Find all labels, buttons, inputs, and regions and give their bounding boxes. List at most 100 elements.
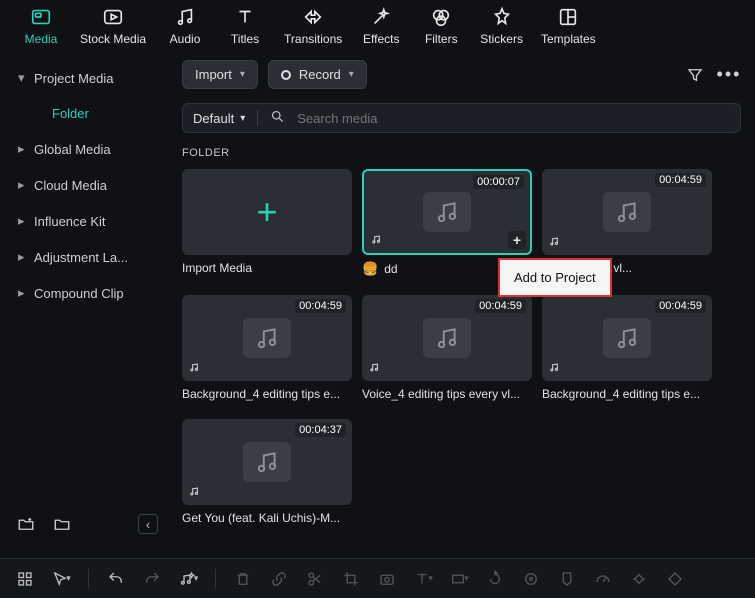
sidebar-item-label: Influence Kit <box>34 214 106 229</box>
music-note-icon <box>243 442 291 482</box>
divider <box>257 110 258 126</box>
media-thumb[interactable]: 00:04:59 <box>542 295 712 381</box>
media-thumb[interactable]: 00:04:59 <box>182 295 352 381</box>
filter-icon[interactable] <box>683 63 707 87</box>
plus-icon: + <box>256 191 277 233</box>
chevron-down-icon: ▾ <box>18 70 26 86</box>
audio-badge-icon <box>548 234 562 251</box>
duration-badge: 00:04:59 <box>475 299 526 313</box>
color-icon[interactable] <box>520 568 542 590</box>
tab-label: Templates <box>541 32 596 46</box>
split-icon[interactable] <box>304 568 326 590</box>
sidebar-item-label: Folder <box>52 106 89 121</box>
media-caption: Background_4 editing tips e... <box>182 387 352 401</box>
media-card: 00:04:37 Get You (feat. Kali Uchis)-M... <box>182 419 352 525</box>
reverse-icon[interactable] <box>484 568 506 590</box>
tab-label: Media <box>25 32 58 46</box>
tab-label: Audio <box>170 32 201 46</box>
grid-view-icon[interactable] <box>14 568 36 590</box>
import-media-thumb[interactable]: + <box>182 169 352 255</box>
clip-emoji-icon: 🍔 <box>362 261 378 277</box>
redo-icon[interactable] <box>141 568 163 590</box>
sidebar-item-influence-kit[interactable]: ▸ Influence Kit <box>8 203 164 239</box>
media-card: 00:04:59 Background_4 editing tips e... <box>542 295 712 401</box>
record-button[interactable]: Record ▾ <box>268 60 367 89</box>
button-label: Record <box>299 67 341 82</box>
sidebar-item-compound-clip[interactable]: ▸ Compound Clip <box>8 275 164 311</box>
chevron-right-icon: ▸ <box>18 285 26 301</box>
chevron-right-icon: ▸ <box>18 213 26 229</box>
new-folder-plus-icon[interactable] <box>14 512 38 536</box>
tab-stickers[interactable]: Stickers <box>480 6 523 46</box>
media-thumb[interactable]: 00:04:37 <box>182 419 352 505</box>
timeline-toolbar: ▾ ▾ ▾ ▾ <box>0 558 755 598</box>
search-icon <box>270 109 285 127</box>
duration-badge: 00:04:37 <box>295 423 346 437</box>
more-icon[interactable]: ••• <box>717 63 741 87</box>
tab-label: Stickers <box>480 32 523 46</box>
marker-icon[interactable] <box>556 568 578 590</box>
snapshot-icon[interactable] <box>376 568 398 590</box>
media-card: 00:04:59 Voice_4 editing tips every vl..… <box>362 295 532 401</box>
keyframe-icon[interactable] <box>628 568 650 590</box>
section-title: FOLDER <box>182 147 741 159</box>
new-folder-icon[interactable] <box>50 512 74 536</box>
tab-effects[interactable]: Effects <box>360 6 402 46</box>
media-caption: Get You (feat. Kali Uchis)-M... <box>182 511 352 525</box>
music-note-icon <box>603 318 651 358</box>
tab-audio[interactable]: Audio <box>164 6 206 46</box>
media-caption: dd <box>384 262 397 276</box>
tab-media[interactable]: Media <box>20 6 62 46</box>
ai-tools-icon[interactable]: ▾ <box>177 568 199 590</box>
media-grid: + Import Media 00:00:07 + 🍔 <box>182 169 741 525</box>
sidebar: ▾ Project Media Folder ▸ Global Media ▸ … <box>0 50 172 550</box>
audio-badge-icon <box>368 360 382 377</box>
text-icon[interactable]: ▾ <box>412 568 434 590</box>
sort-dropdown[interactable]: Default ▾ <box>193 111 245 126</box>
tab-transitions[interactable]: Transitions <box>284 6 342 46</box>
tab-label: Effects <box>363 32 399 46</box>
search-input[interactable] <box>297 111 730 126</box>
crop-icon[interactable] <box>340 568 362 590</box>
tab-stock-media[interactable]: Stock Media <box>80 6 146 46</box>
sidebar-item-cloud-media[interactable]: ▸ Cloud Media <box>8 167 164 203</box>
collapse-sidebar-button[interactable]: ‹ <box>138 514 158 534</box>
audio-badge-icon <box>188 484 202 501</box>
sidebar-item-folder[interactable]: Folder <box>8 96 164 131</box>
render-icon[interactable] <box>664 568 686 590</box>
import-button[interactable]: Import ▾ <box>182 60 258 89</box>
music-note-icon <box>423 318 471 358</box>
cursor-icon[interactable]: ▾ <box>50 568 72 590</box>
media-card: 00:04:59 Background_4 editing tips e... <box>182 295 352 401</box>
sidebar-item-adjustment-layer[interactable]: ▸ Adjustment La... <box>8 239 164 275</box>
add-to-project-button[interactable]: + <box>508 231 526 249</box>
audio-badge-icon <box>370 232 384 249</box>
sidebar-item-global-media[interactable]: ▸ Global Media <box>8 131 164 167</box>
delete-icon[interactable] <box>232 568 254 590</box>
media-panel: Import ▾ Record ▾ ••• Default ▾ <box>172 50 755 550</box>
sidebar-item-label: Adjustment La... <box>34 250 128 265</box>
media-thumb[interactable]: 00:04:59 <box>542 169 712 255</box>
aspect-icon[interactable]: ▾ <box>448 568 470 590</box>
link-icon[interactable] <box>268 568 290 590</box>
media-caption: Background_4 editing tips e... <box>542 387 712 401</box>
chevron-down-icon: ▾ <box>240 69 245 80</box>
media-thumb[interactable]: 00:04:59 <box>362 295 532 381</box>
top-tab-bar: Media Stock Media Audio Titles Transitio… <box>0 0 755 50</box>
audio-badge-icon <box>548 360 562 377</box>
sidebar-item-label: Project Media <box>34 71 113 86</box>
sort-label: Default <box>193 111 234 126</box>
tab-label: Titles <box>231 32 259 46</box>
sidebar-item-project-media[interactable]: ▾ Project Media <box>8 60 164 96</box>
tab-filters[interactable]: Filters <box>420 6 462 46</box>
record-icon <box>281 70 291 80</box>
tab-titles[interactable]: Titles <box>224 6 266 46</box>
add-to-project-tooltip: Add to Project <box>498 258 612 297</box>
media-caption: Voice_4 editing tips every vl... <box>362 387 532 401</box>
undo-icon[interactable] <box>105 568 127 590</box>
sidebar-item-label: Global Media <box>34 142 111 157</box>
media-thumb[interactable]: 00:00:07 + <box>362 169 532 255</box>
tab-templates[interactable]: Templates <box>541 6 596 46</box>
sidebar-item-label: Compound Clip <box>34 286 124 301</box>
speed-icon[interactable] <box>592 568 614 590</box>
